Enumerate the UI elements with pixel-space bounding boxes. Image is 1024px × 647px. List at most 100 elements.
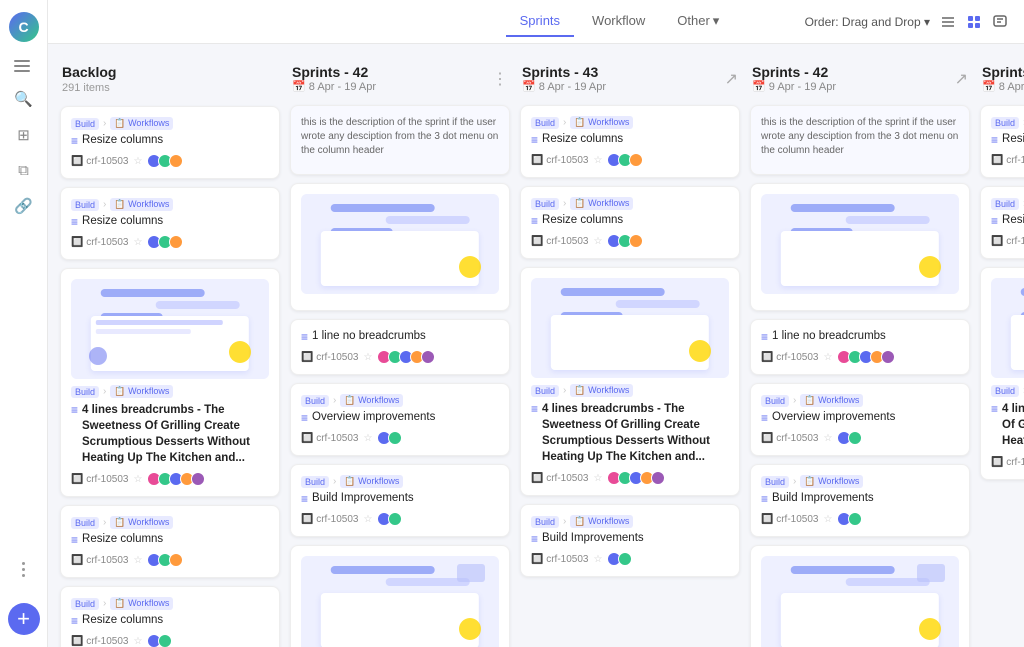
card-title: ≡ Resize columns bbox=[991, 214, 1024, 228]
card-s42a-3[interactable]: Build › 📋 Workflows ≡ Overview improveme… bbox=[290, 383, 510, 456]
card-image bbox=[531, 278, 729, 378]
column-meta-sprint43a: 📅 8 Apr - 19 Apr bbox=[522, 80, 606, 93]
search-icon[interactable]: 🔍 bbox=[14, 90, 33, 108]
card-image bbox=[761, 556, 959, 647]
card-title-long: ≡ 4 lines breadcrumbs - The Sweetness Of… bbox=[71, 402, 269, 466]
column-share-icon-b[interactable]: ↗ bbox=[955, 69, 968, 89]
card-title: ≡ 1 line no breadcrumbs bbox=[301, 330, 499, 344]
card-s43a-4[interactable]: Build › 📋 Workflows ≡ Build Improvements… bbox=[520, 504, 740, 577]
order-dropdown[interactable]: Order: Drag and Drop ▾ bbox=[805, 15, 930, 29]
sidebar: C 🔍 ⊞ ⧉ 🔗 + bbox=[0, 0, 48, 647]
column-header-backlog: Backlog 291 items bbox=[60, 60, 280, 98]
column-title-sprint43a: Sprints - 43 bbox=[522, 64, 606, 80]
card-footer: 🔲 crf-10503 ☆ bbox=[301, 512, 499, 526]
top-nav: Sprints Workflow Other ▾ Order: Drag and… bbox=[48, 0, 1024, 44]
card-breadcrumb: Build › 📋 Workflows bbox=[761, 394, 959, 407]
card-s43b-3[interactable]: Build › 📋 Workflows ≡ 4 lines breadcrumb… bbox=[980, 267, 1024, 480]
card-footer: 🔲 crf-10503 ☆ bbox=[71, 235, 269, 249]
card-breadcrumb: Build › 📋 Workflows bbox=[71, 597, 269, 610]
card-title: ≡ Resize columns bbox=[71, 533, 269, 547]
card-s42a-2[interactable]: ≡ 1 line no breadcrumbs 🔲 crf-10503 ☆ bbox=[290, 319, 510, 375]
card-title: ≡ Resize columns bbox=[71, 614, 269, 628]
tab-workflow[interactable]: Workflow bbox=[578, 7, 659, 37]
card-breadcrumb: Build › 📋 Workflows bbox=[301, 475, 499, 488]
card-breadcrumb: Build › 📋 Workflows bbox=[71, 117, 269, 130]
card-footer: 🔲 crf-10503 ☆ bbox=[531, 471, 729, 485]
column-meta-sprint42b: 📅 9 Apr - 19 Apr bbox=[752, 80, 836, 93]
add-button[interactable]: + bbox=[8, 603, 40, 635]
column-sprint43b: Sprints - 43 📅 8 Apr - 19 Apr Build › 📋 … bbox=[980, 60, 1024, 480]
card-title: ≡ Build Improvements bbox=[301, 492, 499, 506]
card-s42b-2[interactable]: ≡ 1 line no breadcrumbs 🔲 crf-10503 ☆ bbox=[750, 319, 970, 375]
card-s43b-2[interactable]: Build › 📋 Workflows ≡ Resize columns 🔲 c… bbox=[980, 186, 1024, 259]
tab-other[interactable]: Other ▾ bbox=[663, 7, 733, 37]
card-image bbox=[71, 279, 269, 379]
card-s43a-2[interactable]: Build › 📋 Workflows ≡ Resize columns 🔲 c… bbox=[520, 186, 740, 259]
column-action-more[interactable]: ⋮ bbox=[492, 69, 508, 89]
column-share-icon[interactable]: ↗ bbox=[725, 69, 738, 89]
column-header-sprint42a: Sprints - 42 📅 8 Apr - 19 Apr ⋮ bbox=[290, 60, 510, 97]
column-title-sprint42a: Sprints - 42 bbox=[292, 64, 376, 80]
card-bl-4[interactable]: Build › 📋 Workflows ≡ Resize columns 🔲 c… bbox=[60, 505, 280, 578]
table-icon[interactable]: ⊞ bbox=[17, 126, 30, 144]
card-bl-1[interactable]: Build › 📋 Workflows ≡ Resize columns 🔲 c… bbox=[60, 106, 280, 179]
card-footer: 🔲 crf-10503 ☆ bbox=[71, 472, 269, 486]
nav-right: Order: Drag and Drop ▾ bbox=[805, 14, 1008, 30]
card-bl-2[interactable]: Build › 📋 Workflows ≡ Resize columns 🔲 c… bbox=[60, 187, 280, 260]
card-title: ≡ Build Improvements bbox=[761, 492, 959, 506]
card-footer: 🔲 crf-10503 ☆ bbox=[531, 552, 729, 566]
card-footer: 🔲 crf-10503 ☆ bbox=[301, 431, 499, 445]
card-s42b-1[interactable] bbox=[750, 183, 970, 311]
card-breadcrumb: Build › 📋 Workflows bbox=[301, 394, 499, 407]
card-s42b-5[interactable] bbox=[750, 545, 970, 647]
card-title: ≡ Overview improvements bbox=[761, 411, 959, 425]
board-area: Backlog 291 items Build › 📋 Workflows ≡ … bbox=[48, 44, 1024, 647]
card-s43a-3[interactable]: Build › 📋 Workflows ≡ 4 lines breadcrumb… bbox=[520, 267, 740, 496]
card-footer: 🔲 crf-10503 ☆ bbox=[761, 431, 959, 445]
card-breadcrumb: Build › 📋 Workflows bbox=[71, 385, 269, 398]
card-footer: 🔲 crf-10503 ☆ bbox=[991, 234, 1024, 248]
card-breadcrumb: Build › 📋 Workflows bbox=[531, 197, 729, 210]
card-bl-3[interactable]: Build › 📋 Workflows ≡ 4 lines breadcrumb… bbox=[60, 268, 280, 497]
grid-view-icon[interactable] bbox=[966, 14, 982, 30]
column-header-sprint42b: Sprints - 42 📅 9 Apr - 19 Apr ↗ bbox=[750, 60, 970, 97]
card-footer: 🔲 crf-10503 ☆ bbox=[991, 455, 1024, 469]
column-meta-sprint43b: 📅 8 Apr - 19 Apr bbox=[982, 80, 1024, 93]
column-sprint42b: Sprints - 42 📅 9 Apr - 19 Apr ↗ this is … bbox=[750, 60, 970, 647]
card-breadcrumb: Build › 📋 Workflows bbox=[991, 384, 1024, 397]
sidebar-logo[interactable]: C bbox=[9, 12, 39, 42]
list-view-icon[interactable] bbox=[940, 14, 956, 30]
card-breadcrumb: Build › 📋 Workflows bbox=[531, 384, 729, 397]
card-title: ≡ Resize columns bbox=[71, 134, 269, 148]
card-image bbox=[991, 278, 1024, 378]
card-title: ≡ Overview improvements bbox=[301, 411, 499, 425]
link-icon[interactable]: 🔗 bbox=[14, 197, 33, 215]
card-footer: 🔲 crf-10503 ☆ bbox=[761, 512, 959, 526]
card-s42a-5[interactable] bbox=[290, 545, 510, 647]
column-count-backlog: 291 items bbox=[62, 82, 116, 94]
sprint42b-description-card: this is the description of the sprint if… bbox=[750, 105, 970, 175]
card-s42b-4[interactable]: Build › 📋 Workflows ≡ Build Improvements… bbox=[750, 464, 970, 537]
card-s42a-4[interactable]: Build › 📋 Workflows ≡ Build Improvements… bbox=[290, 464, 510, 537]
card-s42b-3[interactable]: Build › 📋 Workflows ≡ Overview improveme… bbox=[750, 383, 970, 456]
sprint42a-description-card: this is the description of the sprint if… bbox=[290, 105, 510, 175]
card-bl-5[interactable]: Build › 📋 Workflows ≡ Resize columns 🔲 c… bbox=[60, 586, 280, 647]
card-s43b-1[interactable]: Build › 📋 Workflows ≡ Resize columns 🔲 c… bbox=[980, 105, 1024, 178]
card-title-long: ≡ 4 lines breadcrumbs - The Sweetness Of… bbox=[531, 401, 729, 465]
card-title: ≡ Resize columns bbox=[991, 133, 1024, 147]
tab-sprints[interactable]: Sprints bbox=[506, 7, 574, 37]
card-footer: 🔲 crf-10503 ☆ bbox=[761, 350, 959, 364]
hamburger-icon[interactable] bbox=[0, 60, 30, 72]
nav-tabs: Sprints Workflow Other ▾ bbox=[434, 7, 804, 37]
card-breadcrumb: Build › 📋 Workflows bbox=[991, 116, 1024, 129]
card-footer: 🔲 crf-10503 ☆ bbox=[531, 234, 729, 248]
card-s42a-1[interactable] bbox=[290, 183, 510, 311]
card-s43a-1[interactable]: Build › 📋 Workflows ≡ Resize columns 🔲 c… bbox=[520, 105, 740, 178]
description-text: this is the description of the sprint if… bbox=[301, 116, 499, 158]
chat-icon[interactable] bbox=[992, 14, 1008, 30]
column-sprint43a: Sprints - 43 📅 8 Apr - 19 Apr ↗ Build › … bbox=[520, 60, 740, 577]
card-title: ≡ Resize columns bbox=[531, 214, 729, 228]
card-breadcrumb: Build › 📋 Workflows bbox=[71, 516, 269, 529]
layers-icon[interactable]: ⧉ bbox=[18, 162, 29, 179]
more-options-icon[interactable] bbox=[22, 562, 25, 577]
